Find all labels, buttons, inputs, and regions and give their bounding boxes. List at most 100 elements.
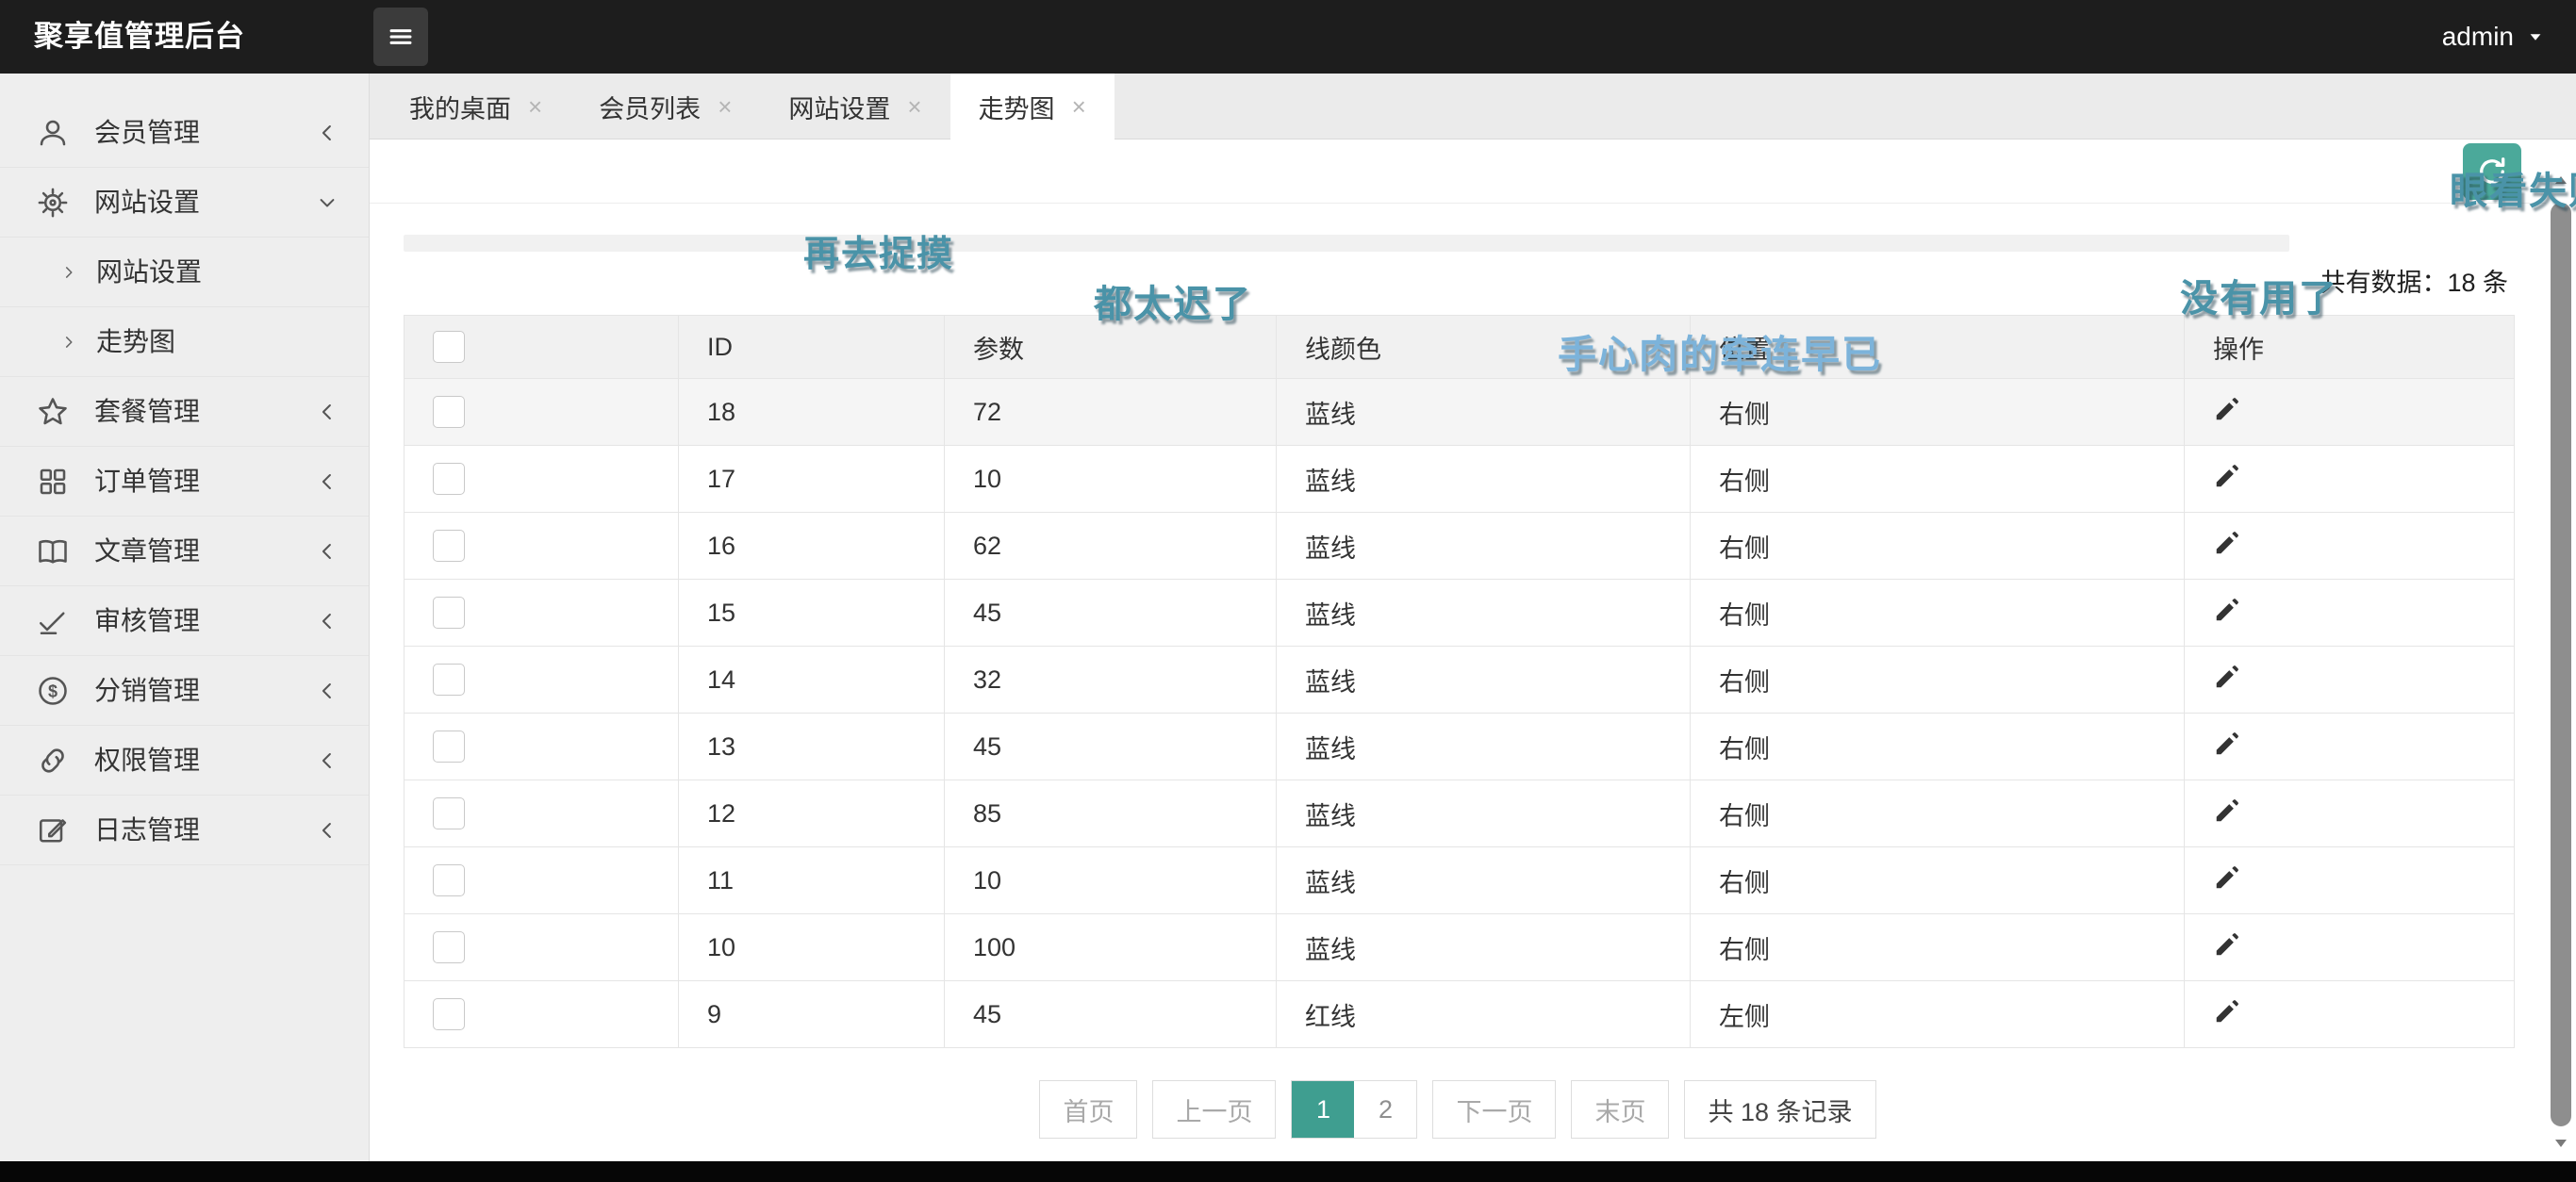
row-checkbox[interactable] bbox=[433, 463, 465, 495]
edit-icon[interactable] bbox=[2213, 462, 2241, 490]
pagination: 首页 上一页 1 2 下一页 末页 共 18 条记录 bbox=[370, 1080, 2546, 1139]
sidebar-item-order-management[interactable]: 订单管理 bbox=[0, 447, 369, 517]
chevron-left-icon bbox=[314, 747, 340, 774]
edit-icon[interactable] bbox=[2213, 997, 2241, 1026]
close-icon[interactable]: × bbox=[718, 92, 732, 122]
edit-icon[interactable] bbox=[2213, 730, 2241, 758]
user-menu[interactable]: admin bbox=[2442, 0, 2548, 74]
page-number-button[interactable]: 1 bbox=[1292, 1081, 1354, 1138]
row-checkbox[interactable] bbox=[433, 998, 465, 1030]
scroll-up-icon[interactable] bbox=[2550, 170, 2572, 192]
sidebar-item-distribution-management[interactable]: $ 分销管理 bbox=[0, 656, 369, 726]
table-row: 18 72 蓝线 右侧 bbox=[405, 379, 2515, 446]
sidebar-item-article-management[interactable]: 文章管理 bbox=[0, 517, 369, 586]
table-row: 14 32 蓝线 右侧 bbox=[405, 647, 2515, 714]
header-actions: 操作 bbox=[2185, 316, 2515, 379]
scroll-down-icon[interactable] bbox=[2550, 1131, 2572, 1154]
last-page-button[interactable]: 末页 bbox=[1571, 1080, 1669, 1139]
cell-position: 右侧 bbox=[1691, 780, 2185, 847]
row-checkbox[interactable] bbox=[433, 864, 465, 896]
sidebar-item-audit-management[interactable]: 审核管理 bbox=[0, 586, 369, 656]
sidebar-item-log-management[interactable]: 日志管理 bbox=[0, 796, 369, 865]
sidebar-item-site-settings[interactable]: 网站设置 bbox=[0, 238, 369, 307]
chevron-down-icon bbox=[314, 189, 340, 216]
cell-line-color: 蓝线 bbox=[1277, 847, 1691, 914]
cell-param: 45 bbox=[945, 714, 1277, 780]
sidebar-item-label: 套餐管理 bbox=[94, 377, 200, 446]
edit-icon[interactable] bbox=[2213, 796, 2241, 825]
close-icon[interactable]: × bbox=[528, 92, 542, 122]
tab-label: 走势图 bbox=[979, 89, 1055, 125]
tab-site-settings[interactable]: 网站设置 × bbox=[760, 74, 949, 140]
next-page-button[interactable]: 下一页 bbox=[1432, 1080, 1556, 1139]
audit-icon bbox=[36, 604, 70, 638]
chevron-left-icon bbox=[314, 468, 340, 495]
close-icon[interactable]: × bbox=[1072, 92, 1086, 122]
cell-param: 10 bbox=[945, 847, 1277, 914]
table-row: 10 100 蓝线 右侧 bbox=[405, 914, 2515, 981]
app-title: 聚享值管理后台 bbox=[34, 0, 245, 74]
table-row: 16 62 蓝线 右侧 bbox=[405, 513, 2515, 580]
tab-member-list[interactable]: 会员列表 × bbox=[570, 74, 760, 140]
row-checkbox[interactable] bbox=[433, 597, 465, 629]
table-row: 17 10 蓝线 右侧 bbox=[405, 446, 2515, 513]
edit-icon[interactable] bbox=[2213, 663, 2241, 691]
sidebar-item-trend-chart[interactable]: 走势图 bbox=[0, 307, 369, 377]
refresh-button[interactable] bbox=[2463, 143, 2521, 200]
cell-position: 右侧 bbox=[1691, 580, 2185, 647]
prev-page-button[interactable]: 上一页 bbox=[1152, 1080, 1276, 1139]
cell-param: 45 bbox=[945, 981, 1277, 1048]
cell-checkbox bbox=[405, 647, 679, 714]
cell-checkbox bbox=[405, 847, 679, 914]
dollar-icon: $ bbox=[36, 674, 70, 708]
row-checkbox[interactable] bbox=[433, 731, 465, 763]
cell-checkbox bbox=[405, 780, 679, 847]
edit-icon[interactable] bbox=[2213, 863, 2241, 892]
sidebar-toggle-button[interactable] bbox=[373, 8, 428, 66]
select-all-checkbox[interactable] bbox=[433, 331, 465, 363]
row-checkbox[interactable] bbox=[433, 664, 465, 696]
cell-line-color: 蓝线 bbox=[1277, 714, 1691, 780]
row-checkbox[interactable] bbox=[433, 931, 465, 963]
header-line-color: 线颜色 bbox=[1277, 316, 1691, 379]
table-row: 12 85 蓝线 右侧 bbox=[405, 780, 2515, 847]
edit-icon[interactable] bbox=[2213, 930, 2241, 959]
refresh-icon bbox=[2475, 155, 2509, 189]
cell-checkbox bbox=[405, 981, 679, 1048]
cell-id: 11 bbox=[679, 847, 945, 914]
cell-position: 右侧 bbox=[1691, 647, 2185, 714]
cell-id: 13 bbox=[679, 714, 945, 780]
page-number-button[interactable]: 2 bbox=[1354, 1081, 1416, 1138]
username: admin bbox=[2442, 22, 2514, 52]
row-checkbox[interactable] bbox=[433, 797, 465, 829]
cell-position: 右侧 bbox=[1691, 714, 2185, 780]
sidebar-item-package-management[interactable]: 套餐管理 bbox=[0, 377, 369, 447]
sidebar-item-label: 会员管理 bbox=[94, 98, 200, 167]
row-checkbox[interactable] bbox=[433, 396, 465, 428]
first-page-button[interactable]: 首页 bbox=[1039, 1080, 1137, 1139]
sidebar-item-permission-management[interactable]: 权限管理 bbox=[0, 726, 369, 796]
table-row: 13 45 蓝线 右侧 bbox=[405, 714, 2515, 780]
sidebar-item-site-settings-group[interactable]: 网站设置 bbox=[0, 168, 369, 238]
tab-trend-chart[interactable]: 走势图 × bbox=[950, 74, 1115, 140]
top-header: 聚享值管理后台 admin bbox=[0, 0, 2576, 74]
cell-checkbox bbox=[405, 446, 679, 513]
cell-id: 9 bbox=[679, 981, 945, 1048]
cell-position: 右侧 bbox=[1691, 914, 2185, 981]
scrollbar-thumb[interactable] bbox=[2551, 203, 2571, 1126]
row-checkbox[interactable] bbox=[433, 530, 465, 562]
tab-my-desktop[interactable]: 我的桌面 × bbox=[381, 74, 570, 140]
sidebar-item-member-management[interactable]: 会员管理 bbox=[0, 98, 369, 168]
chevron-left-icon bbox=[314, 608, 340, 634]
edit-icon[interactable] bbox=[2213, 395, 2241, 423]
close-icon[interactable]: × bbox=[907, 92, 921, 122]
cell-param: 45 bbox=[945, 580, 1277, 647]
link-icon bbox=[36, 744, 70, 778]
edit-icon[interactable] bbox=[2213, 529, 2241, 557]
cell-actions bbox=[2185, 580, 2515, 647]
sidebar-item-label: 文章管理 bbox=[94, 517, 200, 585]
chevron-left-icon bbox=[314, 817, 340, 844]
edit-icon[interactable] bbox=[2213, 596, 2241, 624]
cell-actions bbox=[2185, 981, 2515, 1048]
user-icon bbox=[36, 116, 70, 150]
